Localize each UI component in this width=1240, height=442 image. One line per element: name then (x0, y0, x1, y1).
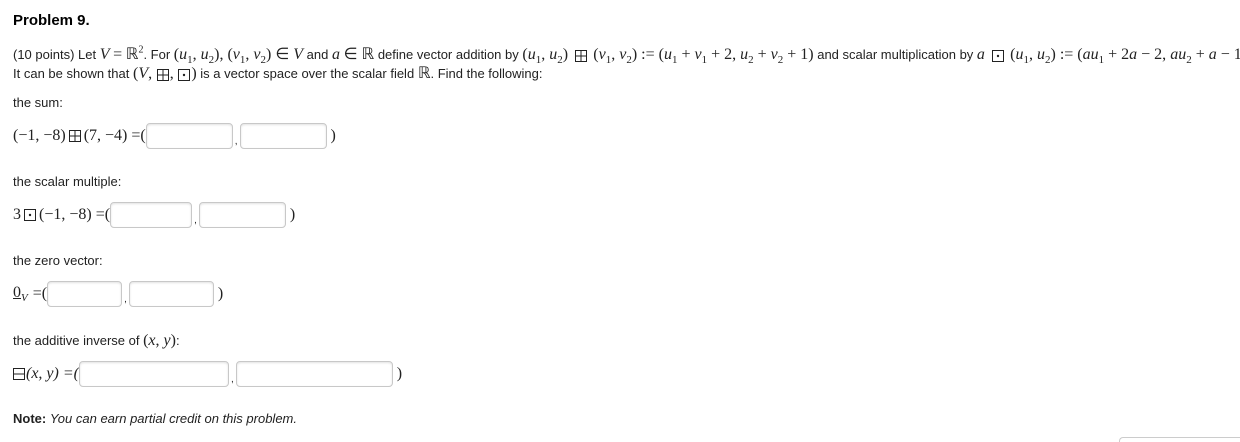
comma: , (194, 214, 197, 226)
sum-row: (−1, −8) (7, −4) =( , ) (13, 123, 336, 149)
note-text: You can earn partial credit on this prob… (49, 411, 297, 426)
close-paren: ) (289, 206, 296, 223)
inverse-label: the additive inverse of (x, y): (13, 332, 180, 349)
inverse-first-component-input[interactable] (78, 361, 229, 387)
inverse-second-component-input[interactable] (235, 361, 393, 387)
boxed-dot-icon (991, 49, 1004, 62)
sum-first-component-input[interactable] (145, 123, 233, 149)
close-paren: ) (330, 127, 336, 144)
scalar-vector: (−1, −8) =( (39, 206, 111, 223)
close-paren: ) (217, 285, 224, 302)
zero-first-component-input[interactable] (47, 281, 123, 307)
boxed-dot-icon (178, 68, 191, 81)
inverse-row: (x, y) =( , ) (13, 361, 402, 387)
boxed-minus-icon (13, 368, 25, 380)
boxed-plus-icon (574, 49, 587, 62)
zero-label: the zero vector: (13, 253, 103, 268)
find-text: . Find the following: (430, 66, 543, 81)
partial-credit-note: Note: You can earn partial credit on thi… (13, 411, 297, 426)
problem-statement-line-2: It can be shown that (V, , ) is a vector… (13, 65, 543, 82)
scalar-label: the scalar multiple: (13, 174, 122, 189)
intro-text: It can be shown that (13, 66, 130, 81)
comma: , (124, 293, 127, 305)
boxed-plus-icon (156, 68, 169, 81)
points-label: (10 points) (13, 47, 75, 62)
inverse-label-colon: : (175, 333, 180, 348)
intro-text-end: is a vector space over the scalar field (200, 66, 415, 81)
zero-second-component-input[interactable] (128, 281, 214, 307)
sum-left-operand: (−1, −8) (13, 127, 66, 144)
sum-second-component-input[interactable] (239, 123, 327, 149)
problem-title: Problem 9. (13, 12, 90, 29)
submit-area-fragment (1119, 437, 1240, 442)
scalar-value: 3 (13, 206, 21, 223)
sum-right-operand: (7, −4) =( (83, 127, 146, 144)
scalar-second-component-input[interactable] (198, 202, 286, 228)
sum-label: the sum: (13, 95, 63, 110)
comma: , (234, 135, 238, 147)
note-label: Note: (13, 411, 47, 426)
zero-vector-symbol: 0V (13, 283, 28, 305)
inverse-label-text: the additive inverse of (13, 333, 140, 348)
scalar-row: 3 (−1, −8) =( , ) (13, 202, 295, 228)
zero-equals: =( (32, 285, 48, 302)
comma: , (230, 373, 234, 385)
boxed-plus-icon (68, 130, 81, 142)
inverse-expression: (x, y) =( (26, 365, 79, 382)
zero-row: 0V =( , ) (13, 281, 223, 307)
close-paren: ) (396, 365, 403, 382)
scalar-first-component-input[interactable] (110, 202, 193, 228)
boxed-dot-icon (24, 209, 36, 221)
